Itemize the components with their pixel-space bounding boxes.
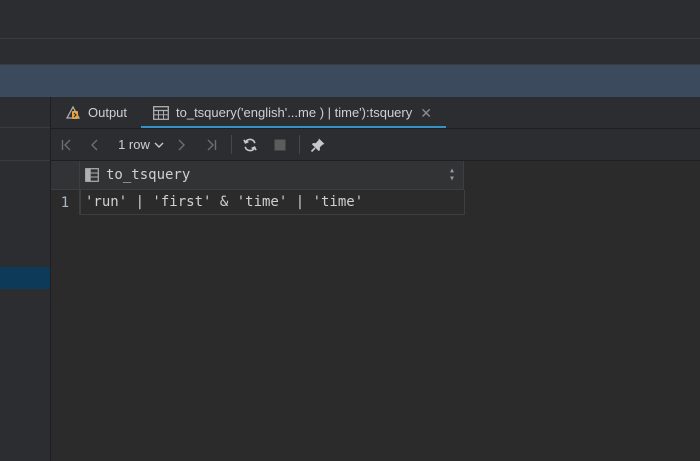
highlighted-line-strip bbox=[0, 65, 700, 97]
stop-icon[interactable] bbox=[269, 129, 291, 160]
toolbar-separator bbox=[299, 135, 300, 154]
last-page-icon[interactable] bbox=[201, 129, 221, 160]
result-grid: to_tsquery ▴ ▾ 1 'run' | 'first' & 'time'… bbox=[51, 161, 700, 461]
editor-tab-strip bbox=[0, 39, 700, 65]
left-tool-panel bbox=[0, 97, 51, 461]
tab-output[interactable]: Output bbox=[65, 97, 127, 128]
tab-output-label: Output bbox=[88, 105, 128, 120]
results-tab-bar: Output to_tsquery('english'...me ) | tim… bbox=[51, 97, 700, 129]
chevron-down-icon bbox=[154, 137, 164, 152]
column-header-to-tsquery[interactable]: to_tsquery ▴ ▾ bbox=[80, 161, 464, 190]
output-console-icon bbox=[65, 105, 81, 121]
row-count-selector[interactable]: 1 row bbox=[115, 129, 167, 160]
left-panel-selected-item[interactable] bbox=[0, 267, 50, 289]
table-grid-icon bbox=[153, 105, 169, 120]
column-header-label: to_tsquery bbox=[106, 167, 191, 183]
first-page-icon[interactable] bbox=[57, 129, 77, 160]
tab-query-result[interactable]: to_tsquery('english'...me ) | time'):tsq… bbox=[141, 97, 446, 128]
prev-page-icon[interactable] bbox=[85, 129, 105, 160]
left-panel-header bbox=[0, 97, 50, 128]
column-icon bbox=[85, 168, 99, 182]
sort-arrows-icon[interactable]: ▴ ▾ bbox=[449, 166, 455, 184]
row-number: 1 bbox=[51, 190, 80, 215]
pin-icon[interactable] bbox=[307, 129, 329, 160]
active-tab-indicator bbox=[141, 126, 446, 128]
results-toolbar: 1 row bbox=[51, 129, 700, 161]
grid-corner bbox=[51, 161, 80, 190]
row-count-label: 1 row bbox=[118, 137, 150, 152]
refresh-icon[interactable] bbox=[239, 129, 261, 160]
left-panel-toolbar bbox=[0, 128, 50, 161]
title-bar bbox=[0, 0, 700, 39]
next-page-icon[interactable] bbox=[171, 129, 191, 160]
tab-query-result-label: to_tsquery('english'...me ) | time'):tsq… bbox=[176, 105, 413, 120]
close-icon[interactable]: ✕ bbox=[420, 106, 432, 120]
table-cell[interactable]: 'run' | 'first' & 'time' | 'time' bbox=[80, 190, 465, 215]
toolbar-separator bbox=[231, 135, 232, 154]
